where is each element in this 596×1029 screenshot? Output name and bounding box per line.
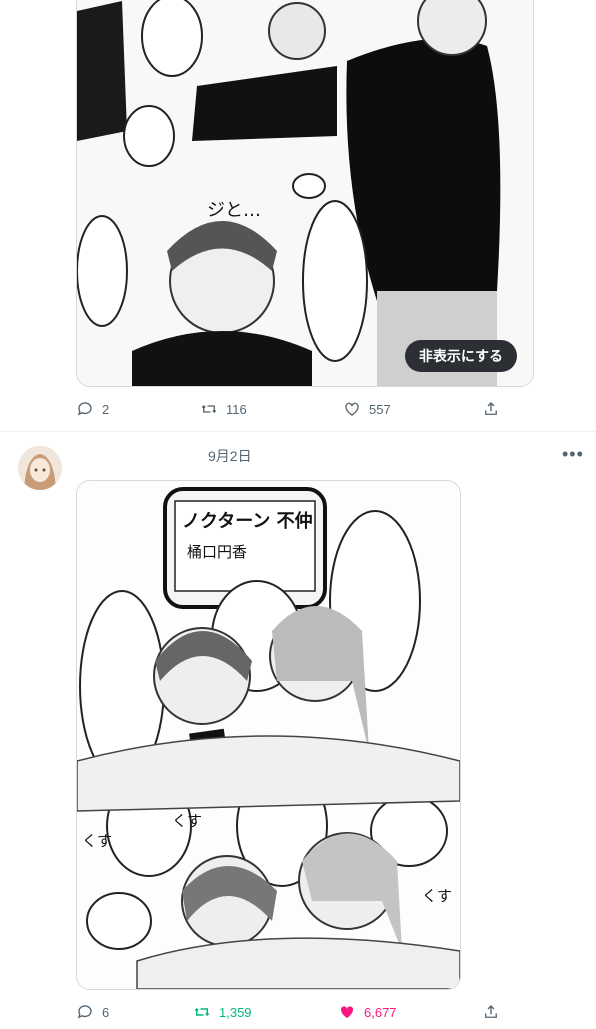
like-count: 557: [369, 401, 391, 417]
reply-icon: [77, 1005, 92, 1019]
reply-count: 2: [102, 401, 110, 417]
retweet-button[interactable]: 1,359: [193, 999, 252, 1025]
reply-count: 6: [102, 1004, 110, 1020]
retweet-button[interactable]: 116: [200, 396, 247, 422]
retweet-count: 116: [226, 401, 247, 417]
manga-panel-2: ノクターン 不仲 桶口円香 くす くす くす: [77, 481, 460, 989]
reply-icon: [77, 402, 92, 416]
timeline-divider: [0, 431, 596, 432]
more-icon[interactable]: •••: [562, 444, 584, 465]
reply-button[interactable]: 6: [76, 999, 109, 1025]
post2-media[interactable]: ノクターン 不仲 桶口円香 くす くす くす: [76, 480, 461, 990]
manga-text-kusu-left: くす: [82, 832, 112, 850]
like-icon: [345, 402, 359, 416]
manga-text-kusu-center: くす: [172, 812, 202, 830]
post1-actions: 2 116 557: [76, 396, 516, 422]
phone-title-text: ノクターン 不仲: [182, 510, 313, 532]
like-icon: [340, 1006, 354, 1018]
post1-media[interactable]: ジと… 非表示にする: [76, 0, 534, 387]
like-button[interactable]: 557: [343, 396, 391, 422]
like-button[interactable]: 6,677: [338, 999, 397, 1025]
reply-button[interactable]: 2: [76, 396, 109, 422]
retweet-icon: [201, 405, 217, 413]
post-date[interactable]: 9月2日: [208, 446, 252, 466]
share-icon: [485, 402, 497, 415]
like-count: 6,677: [364, 1004, 397, 1020]
manga-panel-1: ジと…: [77, 0, 533, 386]
share-icon: [485, 1005, 497, 1018]
avatar[interactable]: [18, 446, 62, 490]
manga-text-jito: ジと…: [207, 200, 261, 221]
retweet-count: 1,359: [219, 1004, 252, 1020]
manga-text-kusu-right: くす: [422, 887, 452, 905]
share-button[interactable]: [482, 396, 500, 422]
hide-media-button[interactable]: 非表示にする: [404, 340, 517, 372]
phone-sub-text: 桶口円香: [187, 543, 247, 561]
post2-actions: 6 1,359 6,677: [76, 999, 516, 1025]
share-button[interactable]: [482, 999, 500, 1025]
retweet-icon: [194, 1007, 210, 1017]
